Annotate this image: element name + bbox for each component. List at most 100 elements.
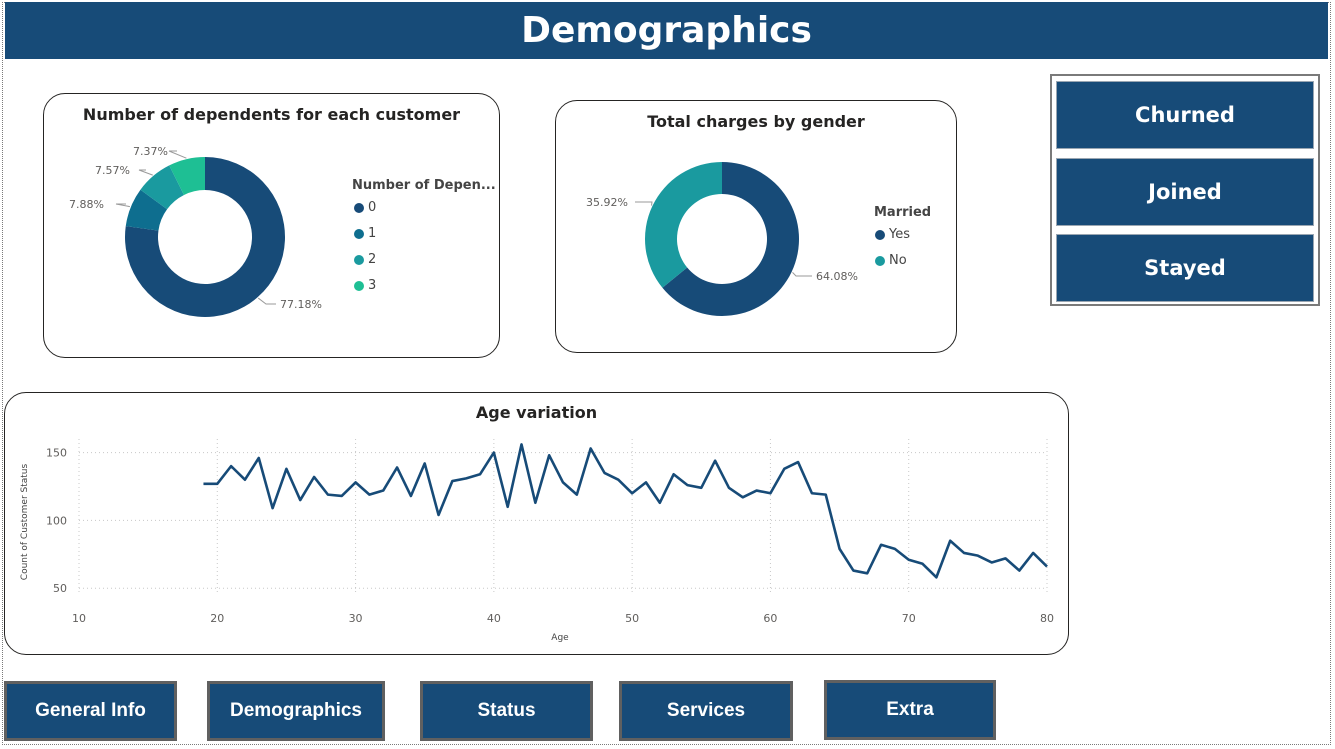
gender-slice-No[interactable] [645,162,722,288]
x-axis-label: Age [551,633,569,643]
x-tick-label: 50 [625,612,639,625]
age-data-point[interactable] [865,571,870,576]
age-data-point[interactable] [478,472,483,477]
age-data-point[interactable] [547,453,552,458]
legend-label: 2 [368,252,377,267]
age-data-point[interactable] [270,506,275,511]
age-data-point[interactable] [851,568,856,573]
age-data-point[interactable] [367,492,372,497]
age-data-point[interactable] [796,460,801,465]
age-data-point[interactable] [1017,568,1022,573]
x-tick-label: 20 [210,612,224,625]
legend-dot-icon [354,254,364,265]
age-data-point[interactable] [975,553,980,558]
age-data-point[interactable] [505,504,510,509]
age-data-point[interactable] [630,491,635,496]
legend-dot-icon [354,202,364,213]
gender-legend-title: Married [874,205,932,220]
age-data-point[interactable] [616,477,621,482]
age-data-point[interactable] [588,446,593,451]
age-data-point[interactable] [920,561,925,566]
x-tick-label: 80 [1040,612,1054,625]
legend-item-dep-0[interactable]: 0 [354,200,376,215]
age-data-point[interactable] [408,493,413,498]
age-data-point[interactable] [339,493,344,498]
dependents-data-label: 7.88% [69,198,104,211]
x-tick-label: 10 [72,612,86,625]
churned-button[interactable]: Churned [1056,81,1314,149]
age-data-point[interactable] [643,480,648,485]
age-data-point[interactable] [491,450,496,455]
legend-item-married-no[interactable]: No [875,253,907,268]
y-tick-label: 100 [46,514,67,527]
y-tick-label: 150 [46,447,67,460]
age-data-point[interactable] [602,470,607,475]
age-data-point[interactable] [809,491,814,496]
age-data-point[interactable] [256,455,261,460]
age-data-point[interactable] [879,542,884,547]
age-data-point[interactable] [699,485,704,490]
age-data-point[interactable] [284,466,289,471]
nav-demographics-button[interactable]: Demographics [207,681,385,741]
age-data-point[interactable] [215,481,220,486]
dependents-legend-title: Number of Depen... [352,178,496,193]
age-data-point[interactable] [1003,556,1008,561]
y-tick-label: 50 [53,582,67,595]
nav-services-button[interactable]: Services [619,681,793,741]
age-data-point[interactable] [906,557,911,562]
age-data-point[interactable] [574,492,579,497]
legend-item-dep-2[interactable]: 2 [354,252,376,267]
age-data-point[interactable] [422,461,427,466]
age-data-point[interactable] [892,546,897,551]
age-data-point[interactable] [561,480,566,485]
age-data-point[interactable] [395,465,400,470]
age-data-point[interactable] [657,500,662,505]
age-data-point[interactable] [768,491,773,496]
age-data-point[interactable] [713,458,718,463]
age-data-point[interactable] [353,480,358,485]
dependents-data-label: 7.37% [133,145,168,158]
nav-general-info-button[interactable]: General Info [4,681,177,741]
age-data-point[interactable] [242,477,247,482]
age-data-point[interactable] [754,488,759,493]
x-tick-label: 40 [487,612,501,625]
age-data-point[interactable] [685,483,690,488]
gender-data-label: 35.92% [586,196,628,209]
legend-dot-icon [354,280,364,291]
age-data-point[interactable] [989,560,994,565]
age-data-point[interactable] [948,538,953,543]
age-data-point[interactable] [1031,550,1036,555]
dependents-donut-chart: 77.18% 7.88% 7.57%7.37% [69,145,322,317]
age-data-point[interactable] [381,488,386,493]
age-data-point[interactable] [671,472,676,477]
age-data-point[interactable] [325,492,330,497]
age-data-point[interactable] [312,474,317,479]
stayed-button[interactable]: Stayed [1056,234,1314,302]
nav-status-button[interactable]: Status [420,681,593,741]
nav-extra-button[interactable]: Extra [824,680,996,740]
age-data-point[interactable] [229,464,234,469]
age-data-point[interactable] [1045,564,1050,569]
age-data-point[interactable] [519,442,524,447]
age-data-point[interactable] [837,546,842,551]
age-data-point[interactable] [726,485,731,490]
age-data-point[interactable] [464,476,469,481]
dependents-data-label: 7.57% [95,164,130,177]
age-data-point[interactable] [533,500,538,505]
age-series-line[interactable] [203,443,1048,579]
age-data-point[interactable] [782,466,787,471]
legend-item-dep-3[interactable]: 3 [354,278,376,293]
age-data-point[interactable] [962,550,967,555]
age-data-point[interactable] [298,498,303,503]
dependents-data-label: 77.18% [280,298,322,311]
dependents-leader-line [138,169,153,176]
age-data-point[interactable] [823,492,828,497]
legend-item-married-yes[interactable]: Yes [875,227,910,242]
age-data-point[interactable] [740,495,745,500]
age-data-point[interactable] [934,575,939,580]
age-data-point[interactable] [450,479,455,484]
age-data-point[interactable] [201,481,206,486]
joined-button[interactable]: Joined [1056,158,1314,226]
age-data-point[interactable] [436,512,441,517]
legend-item-dep-1[interactable]: 1 [354,226,376,241]
